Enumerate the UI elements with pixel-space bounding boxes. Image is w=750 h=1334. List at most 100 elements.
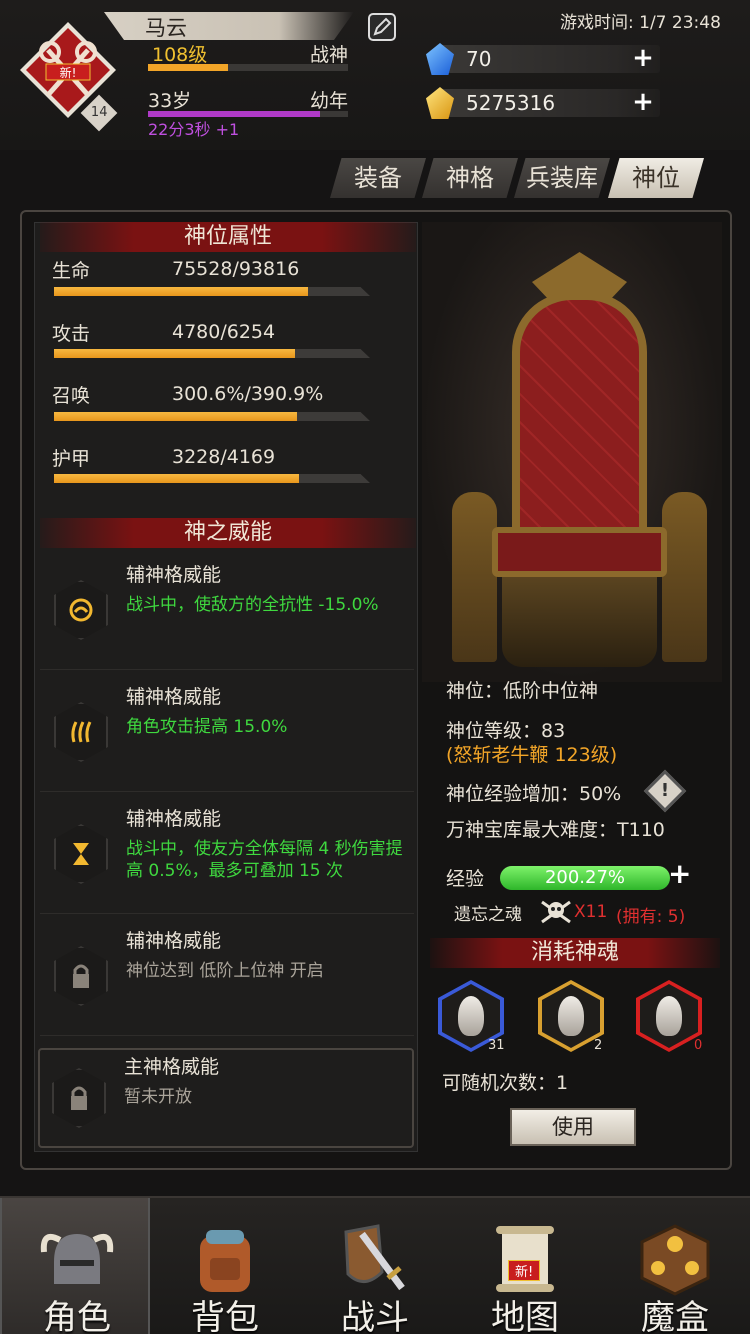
nav-label: 战斗 — [341, 1298, 409, 1334]
throne-arm-right — [662, 492, 707, 662]
map-scroll-icon — [496, 1226, 554, 1292]
backpack-icon — [200, 1230, 250, 1292]
power-description: 战斗中，使敌方的全抗性 -15.0% — [126, 595, 379, 615]
sword-shield-icon — [344, 1224, 405, 1291]
stat-armor-bar — [54, 474, 370, 483]
avatar-level-value: 14 — [90, 104, 108, 120]
level-progress-bar — [148, 64, 348, 71]
power-description: 神位达到 低阶上位神 开启 — [126, 961, 324, 981]
player-header: 新! 14 马云 108级 战神 33岁 幼年 22分3秒 +1 游戏时间: 1… — [0, 0, 750, 150]
throne-illustration — [422, 222, 722, 682]
tab-equipment[interactable]: 装备 — [330, 158, 426, 198]
add-exp-button[interactable]: + — [668, 860, 692, 888]
player-level: 108级 — [152, 44, 208, 66]
diamond-icon — [426, 43, 454, 75]
new-badge: 新! — [508, 1260, 541, 1281]
stat-summon-fill — [54, 412, 297, 421]
add-gold-button[interactable]: + — [632, 89, 654, 115]
soul-cost: X11 — [574, 902, 608, 922]
power-title: 辅神格威能 — [126, 930, 222, 952]
stat-summon-label: 召唤 — [52, 385, 91, 407]
stat-armor-label: 护甲 — [52, 448, 91, 470]
tab-armory[interactable]: 兵装库 — [514, 158, 610, 198]
stat-attack-fill — [54, 349, 296, 358]
stat-summon-bar — [54, 412, 370, 421]
throne-back — [512, 292, 647, 542]
gold-value: 5275316 — [466, 91, 556, 115]
gold-crystal-icon — [426, 87, 454, 119]
main-power-row[interactable]: 主神格威能 暂未开放 — [38, 1048, 414, 1148]
helmet-icon — [40, 1234, 114, 1284]
rank-name: 神位：低阶中位神 — [446, 680, 599, 702]
nav-label: 地图 — [491, 1298, 559, 1334]
game-time: 游戏时间: 1/7 23:48 — [560, 13, 721, 33]
exp-label: 经验 — [446, 868, 485, 890]
nav-label: 魔盒 — [641, 1298, 709, 1334]
nav-map[interactable]: 新! 地图 — [450, 1198, 600, 1334]
power-description: 角色攻击提高 15.0% — [126, 717, 288, 737]
age-timer: 22分3秒 +1 — [148, 120, 240, 139]
spirit-icon — [458, 996, 484, 1036]
edit-name-icon[interactable] — [368, 13, 396, 41]
nav-label: 背包 — [191, 1298, 259, 1334]
bottom-navigation: 角色 背包 战斗 新! 地图 魔盒 — [0, 1196, 750, 1334]
stat-armor-value: 3228/4169 — [172, 446, 276, 468]
power-title: 辅神格威能 — [126, 564, 222, 586]
divine-powers-header: 神之威能 — [40, 518, 416, 548]
new-tag: 新! — [60, 65, 77, 80]
power-title: 辅神格威能 — [126, 686, 222, 708]
nav-battle[interactable]: 战斗 — [300, 1198, 450, 1334]
nav-character[interactable]: 角色 — [0, 1198, 150, 1334]
power-row-2[interactable]: 辅神格威能 角色攻击提高 15.0% — [40, 674, 414, 792]
nav-label: 角色 — [43, 1298, 111, 1334]
spirit-icon — [656, 996, 682, 1036]
resist-debuff-icon — [54, 580, 108, 640]
rank-source: (怒斩老牛鞭 123级) — [446, 744, 618, 766]
stat-hp-fill — [54, 287, 309, 296]
main-power-title: 主神格威能 — [124, 1056, 220, 1078]
power-description: 战斗中，使友方全体每隔 4 秒伤害提高 0.5%，最多可叠加 15 次 — [126, 839, 403, 881]
stat-attack-bar — [54, 349, 370, 358]
gem-value: 70 — [466, 47, 492, 71]
player-age: 33岁 — [148, 90, 192, 112]
soul-label: 遗忘之魂 — [454, 905, 522, 925]
tab-godhood[interactable]: 神格 — [422, 158, 518, 198]
exp-value: 200.27% — [544, 867, 626, 888]
soul-owned: (拥有: 5) — [616, 907, 686, 927]
tab-divine-rank[interactable]: 神位 — [608, 158, 704, 198]
stat-attack-value: 4780/6254 — [172, 321, 276, 343]
stat-hp-label: 生命 — [52, 260, 91, 282]
attributes-header: 神位属性 — [40, 222, 416, 252]
soul-slot-count: 2 — [594, 1038, 603, 1053]
power-row-4[interactable]: 辅神格威能 神位达到 低阶上位神 开启 — [40, 918, 414, 1036]
soul-slot-count: 31 — [488, 1038, 505, 1053]
player-title: 战神 — [310, 44, 349, 66]
stat-hp-bar — [54, 287, 370, 296]
stat-hp-value: 75528/93816 — [172, 258, 300, 280]
stat-armor-fill — [54, 474, 299, 483]
add-gems-button[interactable]: + — [632, 45, 654, 71]
power-title: 辅神格威能 — [126, 808, 222, 830]
player-name: 马云 — [145, 16, 187, 40]
main-power-description: 暂未开放 — [124, 1087, 192, 1107]
lock-icon — [52, 1068, 106, 1128]
throne-seat — [492, 527, 667, 577]
exp-progress-bar: 200.27% — [500, 866, 670, 890]
power-row-3[interactable]: 辅神格威能 战斗中，使友方全体每隔 4 秒伤害提高 0.5%，最多可叠加 15 … — [40, 796, 414, 914]
use-button[interactable]: 使用 — [510, 1108, 636, 1146]
throne-arm-left — [452, 492, 497, 662]
nav-backpack[interactable]: 背包 — [150, 1198, 300, 1334]
soul-slot-count: 0 — [694, 1038, 703, 1053]
name-plate — [104, 12, 354, 40]
magic-box-icon — [640, 1224, 710, 1296]
throne-base — [502, 577, 657, 667]
stat-summon-value: 300.6%/390.9% — [172, 383, 324, 405]
random-count: 可随机次数：1 — [442, 1072, 569, 1094]
lock-icon — [54, 946, 108, 1006]
rank-exp-bonus: 神位经验增加：50% — [446, 783, 622, 805]
power-row-1[interactable]: 辅神格威能 战斗中，使敌方的全抗性 -15.0% — [40, 552, 414, 670]
level-progress-fill — [148, 64, 228, 71]
consume-souls-header: 消耗神魂 — [430, 938, 720, 968]
max-difficulty: 万神宝库最大难度：T110 — [446, 819, 665, 841]
nav-magic-box[interactable]: 魔盒 — [600, 1198, 750, 1334]
